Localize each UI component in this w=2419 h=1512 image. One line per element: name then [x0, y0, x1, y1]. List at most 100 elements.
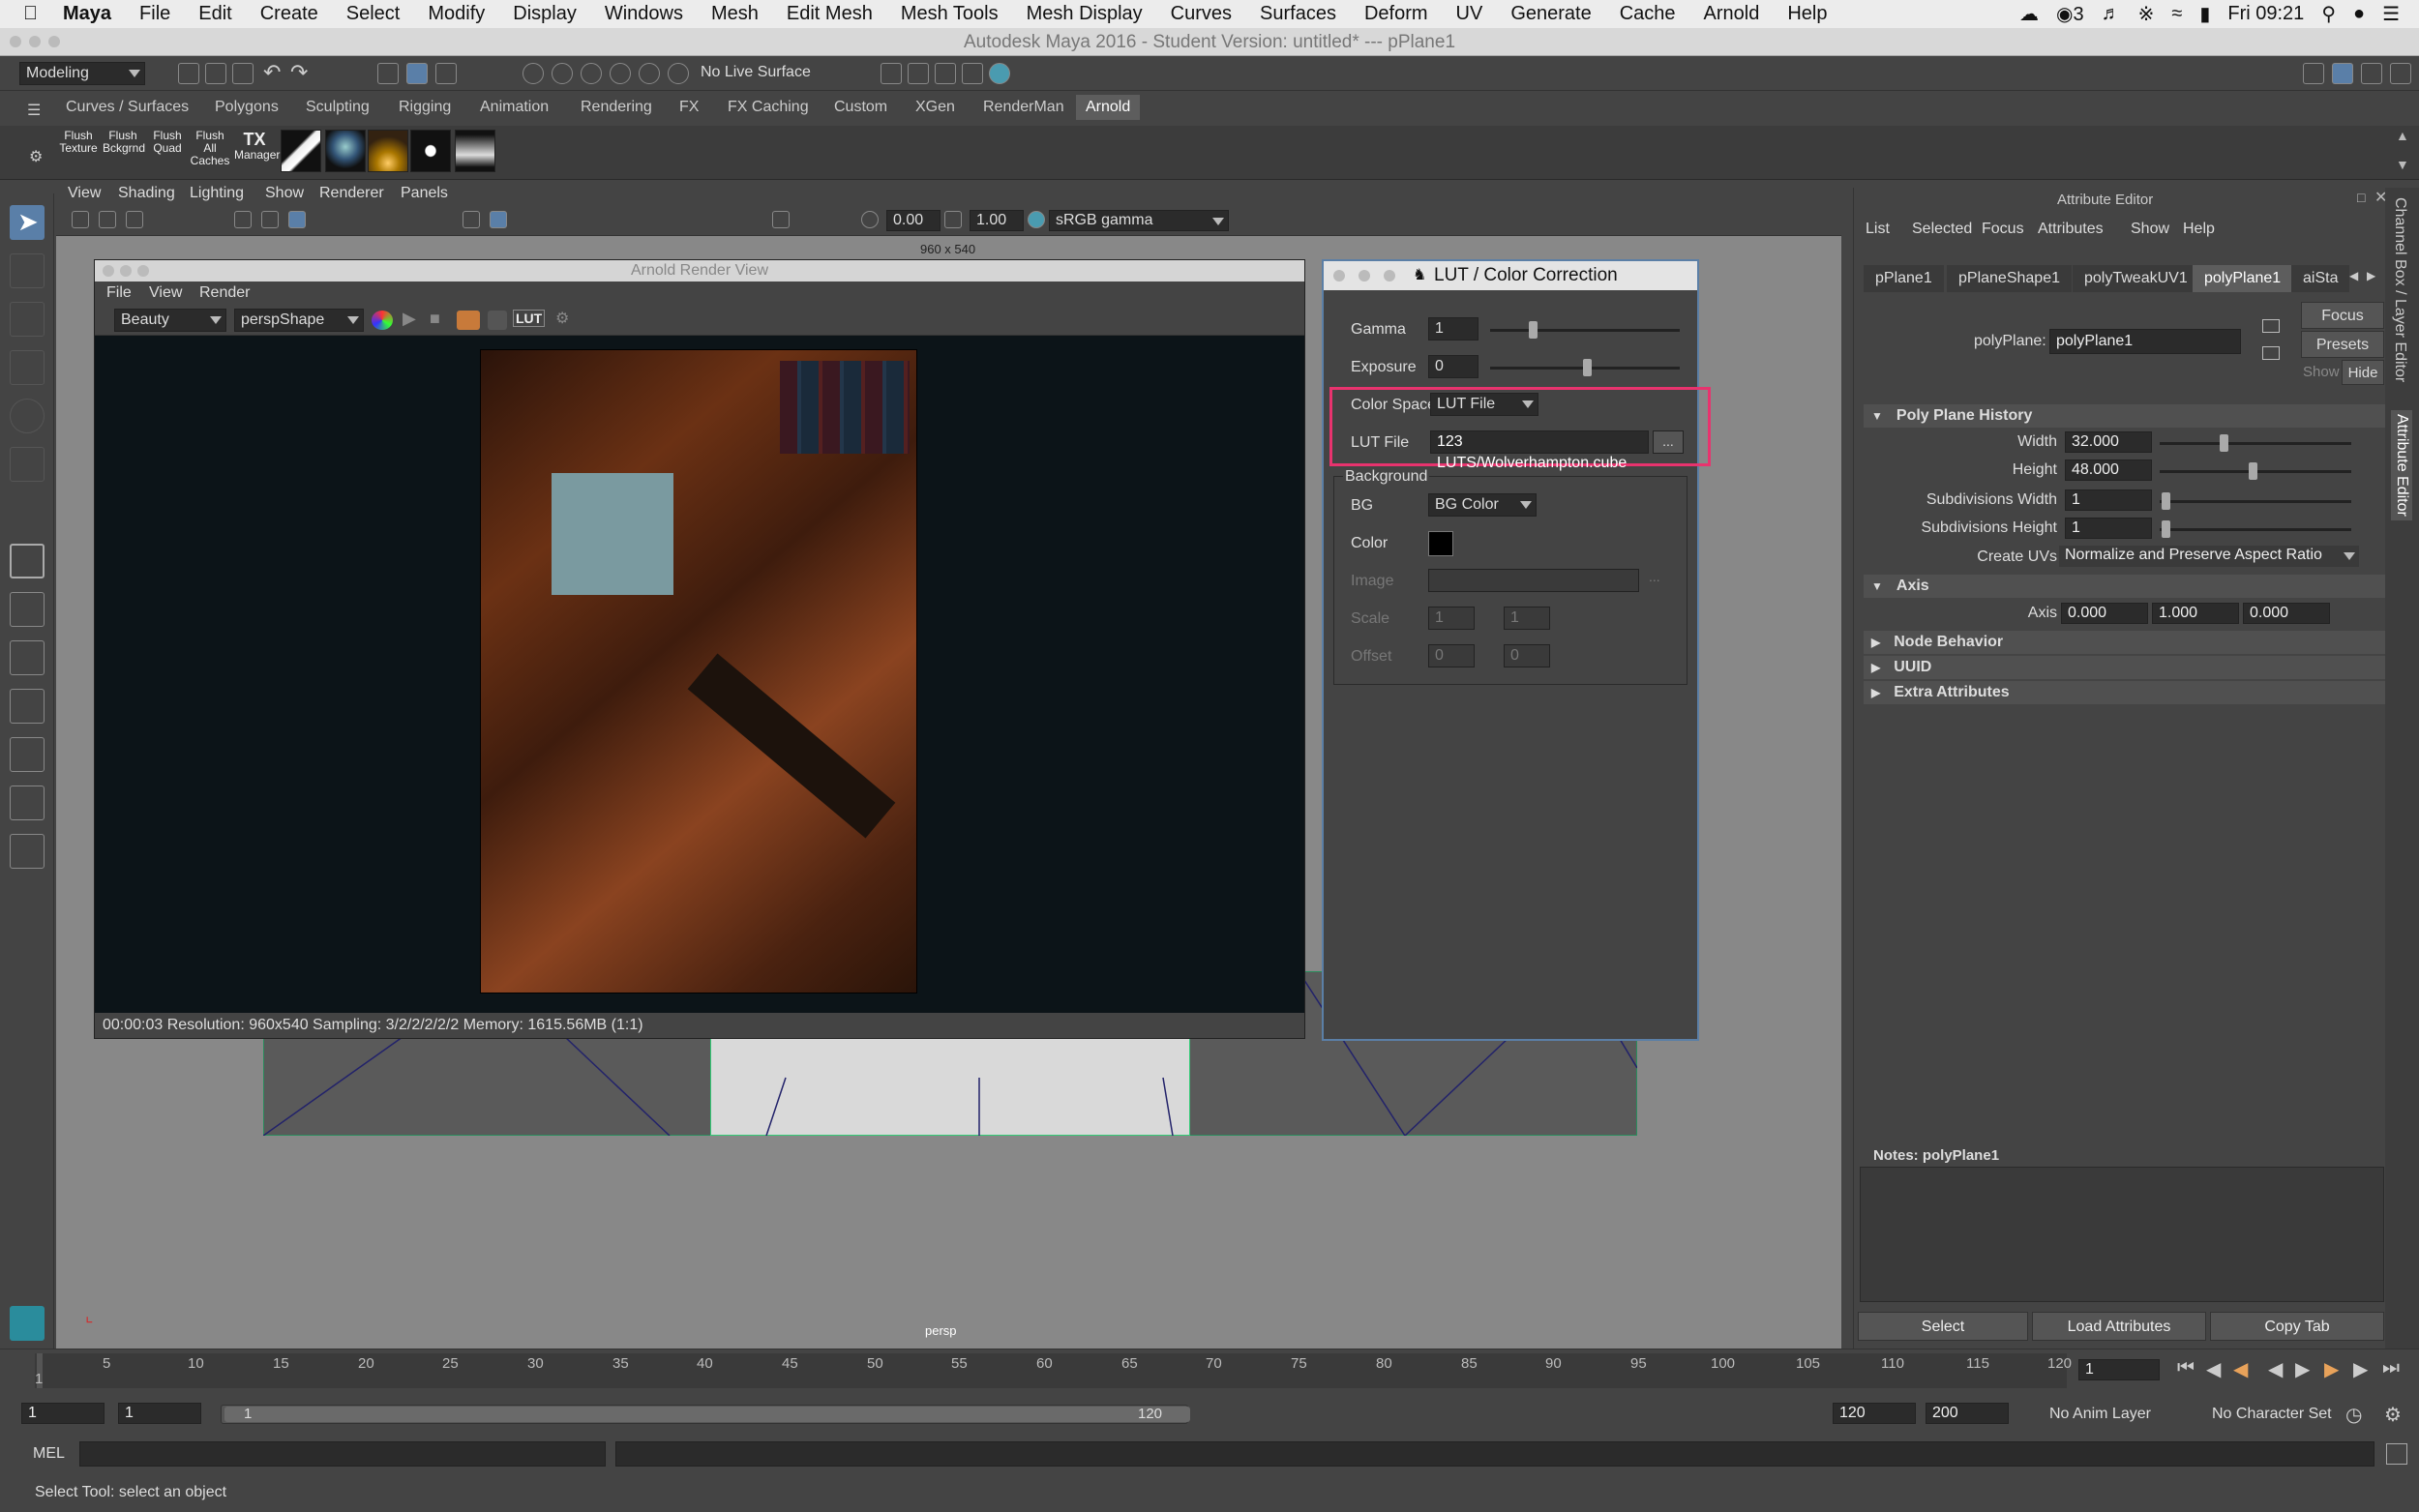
- shelf-tab-fx-caching[interactable]: FX Caching: [728, 99, 809, 116]
- ae-tab-polytweakuv1[interactable]: polyTweakUV1: [2073, 265, 2199, 292]
- subdivisions-height-slider[interactable]: [2160, 528, 2351, 531]
- exposure-field[interactable]: 0: [1428, 355, 1478, 378]
- exposure-field[interactable]: 0.00: [886, 210, 941, 231]
- snap-curve-icon[interactable]: [552, 63, 573, 84]
- shelf-tab-renderman[interactable]: RenderMan: [983, 99, 1064, 116]
- bg-dropdown[interactable]: BG Color: [1428, 493, 1537, 517]
- width-slider-knob[interactable]: [2220, 434, 2228, 452]
- lasso-tool-icon[interactable]: [10, 253, 45, 288]
- open-scene-icon[interactable]: [205, 63, 226, 84]
- render-play-icon[interactable]: ▶: [403, 309, 416, 329]
- shelf-tab-custom[interactable]: Custom: [834, 99, 887, 116]
- menu-mesh-display[interactable]: Mesh Display: [1027, 3, 1143, 25]
- render-settings-icon[interactable]: ⚙: [555, 309, 569, 328]
- subdivisions-width-slider[interactable]: [2160, 500, 2351, 503]
- undo-icon[interactable]: ↶: [263, 60, 281, 85]
- workspace-modeling-icon[interactable]: [2303, 63, 2324, 84]
- menu-windows[interactable]: Windows: [605, 3, 683, 25]
- close-window-icon[interactable]: [10, 36, 21, 47]
- color-space-dropdown[interactable]: LUT File: [1430, 393, 1538, 416]
- shelf-tab-xgen[interactable]: XGen: [915, 99, 955, 116]
- ae-menu-focus[interactable]: Focus: [1982, 221, 2024, 238]
- arnold-render-view-icon[interactable]: [989, 63, 1010, 84]
- flush-quad-button[interactable]: Flush Quad: [147, 130, 188, 174]
- color-management-icon[interactable]: [1028, 211, 1045, 228]
- section-axis[interactable]: ▼ Axis: [1864, 575, 2386, 598]
- auto-key-icon[interactable]: ◷: [2345, 1403, 2362, 1427]
- ae-tab-pplane1[interactable]: pPlane1: [1864, 265, 1944, 292]
- area-light-icon[interactable]: [281, 130, 321, 172]
- menu-create[interactable]: Create: [260, 3, 318, 25]
- section-poly-plane-history[interactable]: ▼ Poly Plane History: [1864, 404, 2386, 428]
- select-object-icon[interactable]: [406, 63, 428, 84]
- menu-clock[interactable]: Fri 09:21: [2227, 3, 2304, 25]
- ipr-render-icon[interactable]: [908, 63, 929, 84]
- isolate-select-icon[interactable]: [772, 211, 790, 228]
- current-frame-field[interactable]: 1: [2078, 1359, 2160, 1380]
- film-gate-icon[interactable]: [261, 211, 279, 228]
- node-name-field[interactable]: polyPlane1: [2049, 329, 2241, 354]
- lut-zoom-icon[interactable]: [1384, 270, 1395, 282]
- image-browse-button[interactable]: ...: [1649, 569, 1660, 584]
- shelf-tab-sculpting[interactable]: Sculpting: [306, 99, 370, 116]
- start-time-field[interactable]: 1: [21, 1403, 105, 1424]
- render-canvas[interactable]: [95, 336, 1304, 1013]
- notifications-icon[interactable]: ☰: [2382, 2, 2400, 26]
- go-to-output-icon[interactable]: [2262, 346, 2280, 360]
- custom-layout-icon[interactable]: [10, 834, 45, 869]
- side-tab-attribute-editor[interactable]: Attribute Editor: [2391, 410, 2412, 520]
- spotlight-icon[interactable]: ⚲: [2321, 2, 2336, 26]
- subdivisions-height-field[interactable]: 1: [2065, 518, 2152, 539]
- snap-grid-icon[interactable]: [523, 63, 544, 84]
- menu-edit-mesh[interactable]: Edit Mesh: [787, 3, 873, 25]
- menu-mesh-tools[interactable]: Mesh Tools: [901, 3, 999, 25]
- paint-select-tool-icon[interactable]: [10, 302, 45, 337]
- outliner-layout-icon[interactable]: [10, 786, 45, 820]
- ae-tab-aistandard[interactable]: aiSta: [2291, 265, 2350, 292]
- play-backwards-icon[interactable]: ◀: [2268, 1357, 2283, 1381]
- step-back-frame-icon[interactable]: ◀: [2233, 1357, 2248, 1381]
- subdivisions-width-field[interactable]: 1: [2065, 489, 2152, 511]
- step-forward-frame-icon[interactable]: ▶: [2324, 1357, 2339, 1381]
- playback-end-field[interactable]: 120: [1833, 1403, 1916, 1424]
- battery-icon[interactable]: ▮: [2199, 2, 2210, 26]
- gamma-field[interactable]: 1: [1428, 317, 1478, 341]
- offset-x-field[interactable]: 0: [1428, 644, 1475, 667]
- minimize-window-icon[interactable]: [29, 36, 41, 47]
- image-plane-icon[interactable]: [126, 211, 143, 228]
- time-slider[interactable]: 1 5 10 15 20 25 30 35 40 45 50 55 60 65 …: [0, 1349, 2419, 1393]
- shelf-tab-curves-surfaces[interactable]: Curves / Surfaces: [66, 99, 189, 116]
- vp-menu-renderer[interactable]: Renderer: [319, 185, 384, 202]
- anim-layer-dropdown[interactable]: No Anim Layer: [2049, 1406, 2151, 1423]
- user-icon[interactable]: ●: [2353, 3, 2365, 25]
- rv-menu-view[interactable]: View: [149, 284, 182, 302]
- go-to-input-icon[interactable]: [2262, 319, 2280, 333]
- zoom-window-icon[interactable]: [48, 36, 60, 47]
- smooth-shade-icon[interactable]: [490, 211, 507, 228]
- hypershade-icon[interactable]: [962, 63, 983, 84]
- snap-vertex-icon[interactable]: [668, 63, 689, 84]
- shelf-tab-arnold[interactable]: Arnold: [1076, 95, 1141, 120]
- height-field[interactable]: 48.000: [2065, 460, 2152, 481]
- wireframe-icon[interactable]: [463, 211, 480, 228]
- go-to-start-icon[interactable]: ⏮: [2177, 1357, 2195, 1379]
- gamma-field[interactable]: 1.00: [970, 210, 1024, 231]
- menu-display[interactable]: Display: [513, 3, 577, 25]
- exposure-icon[interactable]: [861, 211, 879, 228]
- ae-focus-button[interactable]: Focus: [2301, 302, 2384, 329]
- menu-curves[interactable]: Curves: [1171, 3, 1232, 25]
- play-forwards-icon[interactable]: ▶: [2295, 1357, 2310, 1381]
- lut-file-browse-button[interactable]: ...: [1653, 430, 1684, 454]
- four-view-layout-icon[interactable]: [10, 592, 45, 627]
- menu-mesh[interactable]: Mesh: [711, 3, 759, 25]
- rv-close-icon[interactable]: [103, 265, 114, 277]
- shelf-scroll-down-icon[interactable]: ▼: [2396, 157, 2409, 172]
- save-scene-icon[interactable]: [232, 63, 254, 84]
- mode-dropdown[interactable]: Modeling: [19, 62, 145, 85]
- preferences-icon[interactable]: ⚙: [2384, 1403, 2402, 1427]
- ae-presets-button[interactable]: Presets: [2301, 331, 2384, 358]
- shelf-tab-fx[interactable]: FX: [679, 99, 699, 116]
- wifi-icon[interactable]: ≈: [2171, 3, 2182, 25]
- menu-help[interactable]: Help: [1787, 3, 1827, 25]
- shelf-options-icon[interactable]: ⚙: [29, 147, 43, 166]
